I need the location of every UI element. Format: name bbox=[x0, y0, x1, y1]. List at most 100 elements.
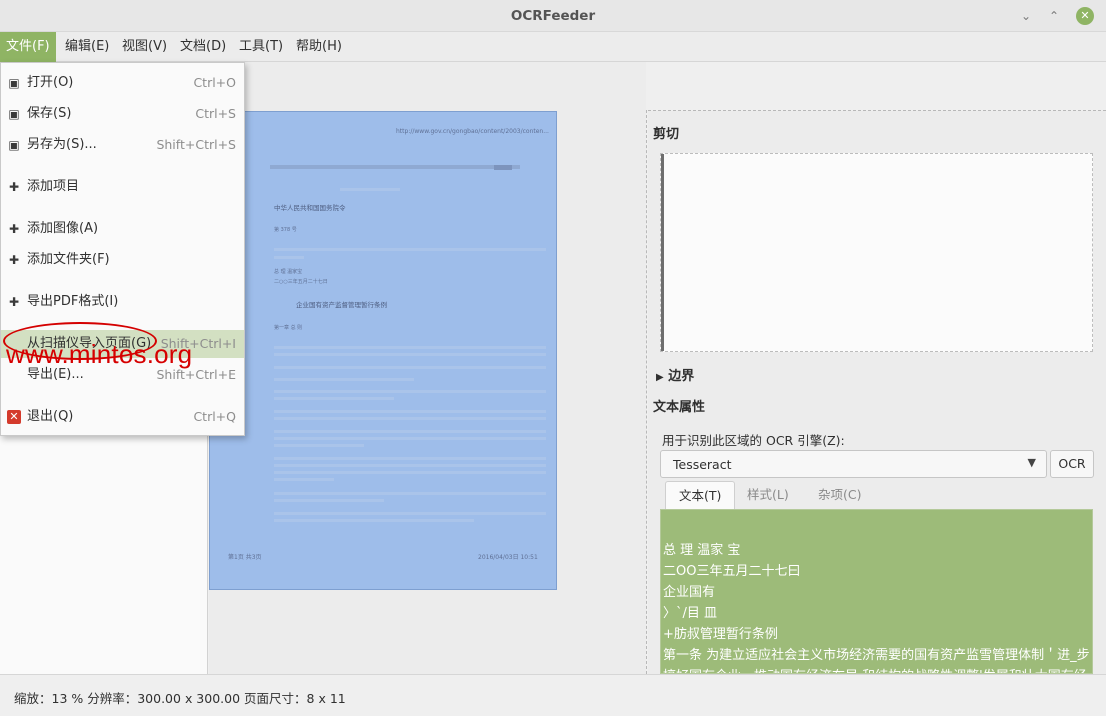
open-icon: ▣ bbox=[8, 76, 20, 90]
page-text-line bbox=[274, 248, 546, 251]
page-text-line bbox=[274, 410, 546, 413]
menu-item-open[interactable]: ▣ 打开(O) Ctrl+O bbox=[1, 69, 244, 97]
page-text-line bbox=[274, 478, 334, 481]
menu-help[interactable]: 帮助(H) bbox=[290, 32, 348, 62]
page-text-line bbox=[274, 437, 546, 440]
menu-view[interactable]: 视图(V) bbox=[116, 32, 173, 62]
page-text-line bbox=[274, 256, 304, 259]
page-text-line bbox=[274, 471, 546, 474]
page-text-line bbox=[274, 417, 546, 420]
maximize-icon[interactable]: ⌃ bbox=[1046, 8, 1062, 24]
menu-item-label: 打开(O) bbox=[27, 75, 74, 90]
quit-icon: ✕ bbox=[7, 410, 21, 424]
menu-edit[interactable]: 编辑(E) bbox=[59, 32, 115, 62]
area-divider bbox=[646, 110, 647, 674]
menu-item-label: 另存为(S)... bbox=[27, 137, 97, 152]
ocr-engine-label: 用于识别此区域的 OCR 引擎(Z): bbox=[662, 433, 845, 448]
save-icon: ▣ bbox=[8, 107, 20, 121]
plus-icon: ✚ bbox=[8, 295, 20, 309]
ocr-text-line: 第一条 为建立适应社会主义市场经济需要的国有资产监雪管理体制＇进_步 bbox=[663, 648, 1090, 663]
status-text: 缩放：13 % 分辨率：300.00 x 300.00 页面尺寸：8 x 11 bbox=[14, 691, 346, 706]
menu-item-save-as[interactable]: ▣ 另存为(S)... Shift+Ctrl+S bbox=[1, 131, 244, 159]
ocr-engine-value: Tesseract bbox=[673, 457, 732, 472]
page-text-line bbox=[274, 378, 414, 381]
area-properties-panel: 剪切 ▶ 边界 文本属性 用于识别此区域的 OCR 引擎(Z): Tessera… bbox=[648, 111, 1106, 674]
page-text-line bbox=[274, 519, 474, 522]
page-number: 第 378 号 bbox=[274, 227, 297, 233]
crop-section-title: 剪切 bbox=[653, 127, 680, 142]
menu-item-accel: Shift+Ctrl+S bbox=[156, 137, 236, 152]
menu-tools[interactable]: 工具(T) bbox=[233, 32, 289, 62]
page-search-box bbox=[494, 165, 512, 170]
page-preview-area[interactable]: http://www.gov.cn/gongbao/content/2003/c… bbox=[209, 62, 646, 674]
bounds-expander[interactable]: ▶ 边界 bbox=[656, 365, 694, 384]
page-text-line bbox=[274, 444, 364, 447]
window-title: OCRFeeder bbox=[510, 8, 596, 24]
menu-item-accel: Ctrl+O bbox=[193, 75, 236, 90]
status-bar: 缩放：13 % 分辨率：300.00 x 300.00 页面尺寸：8 x 11 bbox=[0, 674, 1106, 716]
page-nav-bar bbox=[270, 165, 520, 169]
tab-misc[interactable]: 杂项(C) bbox=[805, 481, 874, 509]
page-url: http://www.gov.cn/gongbao/content/2003/c… bbox=[396, 128, 549, 135]
expander-arrow-icon: ▶ bbox=[656, 372, 664, 383]
page-text-line bbox=[274, 366, 546, 369]
page-date: 二○○三年五月二十七日 bbox=[274, 279, 328, 285]
page-text-line bbox=[274, 512, 546, 515]
menu-item-add-project[interactable]: ✚ 添加项目 bbox=[1, 173, 244, 201]
menu-item-quit[interactable]: ✕ 退出(Q) Ctrl+Q bbox=[1, 403, 244, 431]
crop-edge bbox=[661, 154, 664, 351]
minimize-icon[interactable]: ⌄ bbox=[1018, 8, 1034, 24]
ocr-text-line: 总 理 温家 宝 bbox=[663, 543, 741, 558]
menu-item-label: 添加项目 bbox=[27, 179, 80, 194]
scanned-page[interactable]: http://www.gov.cn/gongbao/content/2003/c… bbox=[209, 111, 557, 590]
menu-item-add-image[interactable]: ✚ 添加图像(A) bbox=[1, 215, 244, 243]
page-text-line bbox=[274, 464, 546, 467]
menu-item-label: 保存(S) bbox=[27, 106, 72, 121]
ocr-button[interactable]: OCR bbox=[1050, 450, 1094, 478]
ocr-text-line: 〉`/目 皿 bbox=[663, 606, 718, 621]
menu-file[interactable]: 文件(F) bbox=[0, 32, 56, 62]
page-text-line bbox=[274, 353, 546, 356]
ocr-text-line: +肪叔管理暂行条例 bbox=[663, 627, 778, 642]
plus-icon: ✚ bbox=[8, 180, 20, 194]
menu-item-save[interactable]: ▣ 保存(S) Ctrl+S bbox=[1, 100, 244, 128]
text-props-title: 文本属性 bbox=[653, 400, 706, 415]
menu-item-accel: Ctrl+S bbox=[195, 106, 236, 121]
page-text-line bbox=[274, 430, 546, 433]
page-text-line bbox=[274, 492, 546, 495]
ocr-engine-select[interactable]: Tesseract ▼ bbox=[660, 450, 1047, 478]
menu-item-label: 添加图像(A) bbox=[27, 221, 99, 236]
menu-item-accel: Ctrl+Q bbox=[193, 409, 236, 424]
tab-text[interactable]: 文本(T) bbox=[665, 481, 736, 509]
file-menu-dropdown: ▣ 打开(O) Ctrl+O ▣ 保存(S) Ctrl+S ▣ 另存为(S)..… bbox=[0, 62, 245, 436]
page-text-line bbox=[274, 397, 394, 400]
page-title: 企业国有资产监督管理暂行条例 bbox=[296, 301, 387, 309]
menu-item-add-folder[interactable]: ✚ 添加文件夹(F) bbox=[1, 246, 244, 274]
page-text-line bbox=[274, 346, 546, 349]
page-footer-left: 第1页 共3页 bbox=[228, 554, 262, 561]
menu-item-label: 添加文件夹(F) bbox=[27, 252, 110, 267]
page-text-line bbox=[274, 457, 546, 460]
menu-bar: 文件(F) 编辑(E) 视图(V) 文档(D) 工具(T) 帮助(H) bbox=[0, 32, 1106, 62]
text-tabs: 文本(T) 样式(L) 杂项(C) bbox=[660, 481, 1093, 509]
ocr-text-area[interactable]: 总 理 温家 宝 二OO三年五月二十七曰 企业国有 〉`/目 皿 +肪叔管理暂行… bbox=[660, 509, 1093, 674]
plus-icon: ✚ bbox=[8, 253, 20, 267]
save-as-icon: ▣ bbox=[8, 138, 20, 152]
page-sign: 总 理 温家宝 bbox=[274, 269, 303, 275]
dropdown-arrow-icon: ▼ bbox=[1027, 456, 1036, 469]
crop-preview[interactable] bbox=[660, 153, 1093, 352]
bounds-section-title: 边界 bbox=[668, 369, 695, 384]
ocr-text-line: 二OO三年五月二十七曰 bbox=[663, 564, 801, 579]
menu-item-export-pdf[interactable]: ✚ 导出PDF格式(I) bbox=[1, 288, 244, 316]
page-footer-right: 2016/04/03日 10:51 bbox=[478, 554, 538, 561]
tab-style[interactable]: 样式(L) bbox=[734, 481, 802, 509]
ocr-text-line: 搞好国有企业，推动国有经济布局 和结构的战略性调整'发展和壮大国有经 bbox=[663, 665, 1087, 673]
menu-item-label: 导出PDF格式(I) bbox=[27, 294, 119, 309]
menu-item-label: 退出(Q) bbox=[27, 409, 74, 424]
plus-icon: ✚ bbox=[8, 222, 20, 236]
close-icon[interactable]: ✕ bbox=[1076, 7, 1094, 25]
page-text-line bbox=[274, 390, 546, 393]
watermark-text: www.mintos.org bbox=[6, 339, 193, 369]
menu-document[interactable]: 文档(D) bbox=[174, 32, 232, 62]
page-chapter: 第一章 总 则 bbox=[274, 325, 303, 331]
